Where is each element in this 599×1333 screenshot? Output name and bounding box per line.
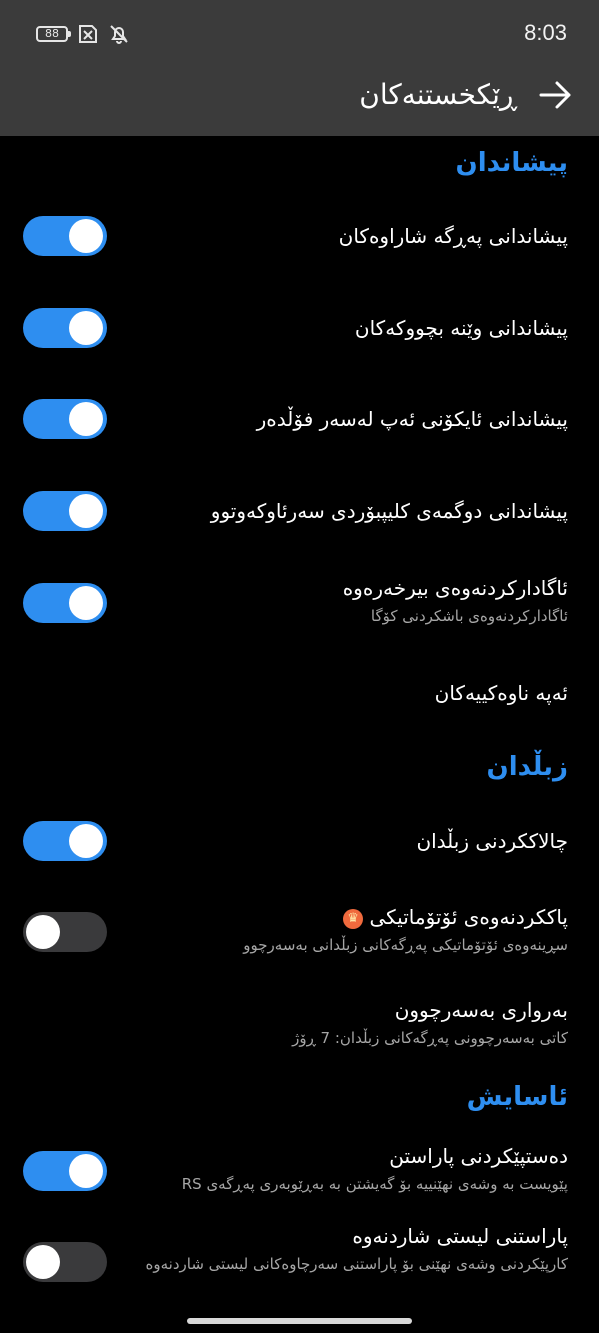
toggle-knob (69, 402, 103, 436)
row-text: ئاگادارکردنەوەی بیرخەرەوە ئاگادارکردنەوە… (343, 573, 568, 628)
toggle-knob (26, 1245, 60, 1279)
toggle-knob (69, 219, 103, 253)
row-subtitle: پێویست بە وشەی نهێنییە بۆ گەیشتن بە بەڕێ… (181, 1175, 568, 1193)
toggle-switch[interactable] (23, 583, 107, 623)
row-title: پیشاندانی پەڕگە شاراوەکان (338, 224, 568, 248)
row-subtitle: کاتی بەسەرچوونی پەڕگەکانی زبڵدان: 7 ڕۆژ (292, 1029, 568, 1047)
row-subtitle: کارپێکردنی وشەی نهێنی بۆ پاراستنی سەرچاو… (145, 1255, 568, 1273)
toggle-knob (69, 494, 103, 528)
crown-icon: ♛ (343, 908, 364, 929)
setting-row-reminder-notification[interactable]: ئاگادارکردنەوەی بیرخەرەوە ئاگادارکردنەوە… (0, 573, 599, 633)
toggle-switch[interactable] (23, 1151, 107, 1191)
row-title: پیشاندانی ئایکۆنی ئەپ لەسەر فۆڵدەر (256, 407, 568, 431)
row-title: چالاککردنی زبڵدان (416, 829, 568, 853)
toggle-switch[interactable] (23, 399, 107, 439)
row-text: پاککردنەوەی ئۆتۆماتیکی ♛ سڕینەوەی ئۆتۆما… (243, 902, 568, 957)
page-title: ڕێکخستنەکان (359, 78, 517, 111)
row-title: دەستپێکردنی پاراستن (389, 1144, 568, 1168)
battery-level: 88 (45, 27, 59, 40)
row-title: پیشاندانی دوگمەی کلیپبۆردی سەرئاوکەوتوو (210, 499, 568, 523)
status-time: 8:03 (524, 20, 567, 45)
toggle-switch[interactable] (23, 1242, 107, 1282)
toggle-knob (69, 586, 103, 620)
arrow-right-icon[interactable] (539, 78, 573, 112)
row-text: پیشاندانی دوگمەی کلیپبۆردی سەرئاوکەوتوو (211, 496, 568, 526)
status-bar: 88 8:03 (0, 0, 599, 66)
row-title: پاراستنی لیستی شاردنەوە (352, 1224, 568, 1248)
setting-row-protect-hidden-list[interactable]: پاراستنی لیستی شاردنەوە کارپێکردنی وشەی … (0, 1221, 599, 1305)
row-title-text: پاککردنەوەی ئۆتۆماتیکی (369, 905, 568, 929)
row-title: پیشاندانی وێنە بچووکەکان (354, 316, 568, 340)
section-title-preview: پیشاندان (455, 148, 568, 178)
toggle-switch[interactable] (23, 912, 107, 952)
setting-row-app-icon-on-folder[interactable]: پیشاندانی ئایکۆنی ئەپ لەسەر فۆڵدەر (0, 399, 599, 444)
row-title: بەرواری بەسەرچوون (394, 998, 568, 1022)
setting-row-expiry-date[interactable]: بەرواری بەسەرچوون کاتی بەسەرچوونی پەڕگەک… (0, 995, 599, 1055)
setting-row-enable-trash[interactable]: چالاککردنی زبڵدان (0, 821, 599, 866)
row-text: چالاککردنی زبڵدان (416, 826, 568, 856)
toggle-switch[interactable] (23, 821, 107, 861)
row-title: ئاگادارکردنەوەی بیرخەرەوە (342, 576, 568, 600)
home-indicator[interactable] (187, 1318, 412, 1324)
setting-row-enable-protection[interactable]: دەستپێکردنی پاراستن پێویست بە وشەی نهێنی… (0, 1141, 599, 1201)
row-title: پاککردنەوەی ئۆتۆماتیکی ♛ (243, 902, 568, 932)
bell-muted-icon (110, 25, 128, 44)
toggle-switch[interactable] (23, 308, 107, 348)
toggle-knob (69, 311, 103, 345)
row-title: ئەپە ناوەکییەکان (434, 681, 568, 705)
row-text: پیشاندانی وێنە بچووکەکان (355, 313, 568, 343)
toggle-switch[interactable] (23, 491, 107, 531)
sim-error-icon (79, 25, 97, 43)
toggle-switch[interactable] (23, 216, 107, 256)
app-header: ڕێکخستنەکان (0, 66, 599, 136)
status-icons: 88 (36, 24, 130, 44)
section-title-trash: زبڵدان (486, 752, 568, 782)
row-text: بەرواری بەسەرچوون کاتی بەسەرچوونی پەڕگەک… (292, 995, 568, 1050)
row-subtitle: ئاگادارکردنەوەی باشکردنی کۆگا (370, 607, 568, 625)
row-text: دەستپێکردنی پاراستن پێویست بە وشەی نهێنی… (182, 1141, 568, 1196)
row-text: ئەپە ناوەکییەکان (435, 678, 568, 708)
setting-row-show-hidden-files[interactable]: پیشاندانی پەڕگە شاراوەکان (0, 216, 599, 261)
row-text: پاراستنی لیستی شاردنەوە کارپێکردنی وشەی … (146, 1221, 568, 1276)
section-title-comfort: ئاسایش (466, 1082, 568, 1112)
setting-row-auto-clean[interactable]: پاککردنەوەی ئۆتۆماتیکی ♛ سڕینەوەی ئۆتۆما… (0, 902, 599, 962)
toggle-knob (26, 915, 60, 949)
row-text: پیشاندانی پەڕگە شاراوەکان (339, 221, 568, 251)
row-subtitle: سڕینەوەی ئۆتۆماتیکی پەڕگەکانی زبڵدانی بە… (243, 936, 568, 954)
setting-row-floating-clipboard-button[interactable]: پیشاندانی دوگمەی کلیپبۆردی سەرئاوکەوتوو (0, 491, 599, 536)
row-text: پیشاندانی ئایکۆنی ئەپ لەسەر فۆڵدەر (257, 404, 568, 434)
toggle-knob (69, 1154, 103, 1188)
toggle-knob (69, 824, 103, 858)
setting-row-internal-apps[interactable]: ئەپە ناوەکییەکان (0, 678, 599, 718)
setting-row-show-thumbnails[interactable]: پیشاندانی وێنە بچووکەکان (0, 308, 599, 353)
battery-icon: 88 (36, 26, 71, 42)
